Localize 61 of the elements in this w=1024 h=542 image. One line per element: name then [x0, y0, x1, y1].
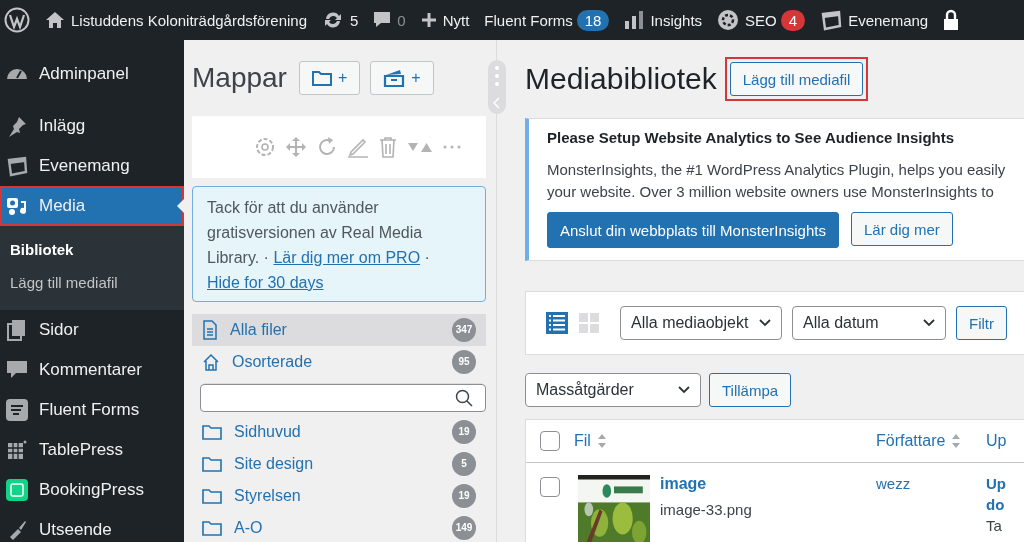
author-link[interactable]: wezz: [876, 475, 911, 492]
sidebar-item[interactable]: Media: [0, 186, 184, 226]
count-badge: 4: [780, 9, 806, 31]
sidebar-item[interactable]: Inlägg: [0, 106, 184, 146]
column-header[interactable]: Up: [986, 432, 1007, 450]
table-cell: Ta: [986, 517, 1002, 534]
learn-more-button[interactable]: Lär dig mer: [850, 212, 953, 246]
page-title: Mediabibliotek: [525, 62, 717, 96]
folder-item[interactable]: Alla filer 347: [192, 314, 486, 346]
sidebar-item[interactable]: Adminpanel: [0, 54, 184, 94]
count-badge: 19: [452, 484, 476, 508]
folder-item[interactable]: Styrelsen 19: [192, 480, 486, 512]
filter-dropdown[interactable]: Alla mediaobjekt: [620, 306, 782, 340]
folder-item[interactable]: Site design 5: [192, 448, 486, 480]
sidebar-item[interactable]: Fluent Forms: [0, 390, 184, 430]
count-badge: 347: [452, 318, 476, 342]
notice-text: your website. Over 3 million website owners use MonsterInsights to: [547, 182, 995, 202]
filter-dropdown[interactable]: Alla datum: [792, 306, 946, 340]
bulk-actions-dropdown[interactable]: Massåtgärder: [525, 373, 701, 407]
apply-button[interactable]: Tillämpa: [709, 373, 792, 407]
add-media-button[interactable]: Lägg till mediafil: [729, 62, 864, 96]
admin-bar-link[interactable]: Evenemang: [848, 11, 929, 29]
hide-link[interactable]: Hide for 30 days: [207, 274, 324, 291]
admin-bar-link[interactable]: Nytt: [442, 11, 470, 29]
admin-bar-link[interactable]: SEO: [745, 11, 777, 29]
attached-link[interactable]: do: [986, 496, 1005, 513]
notice-title: Please Setup Website Analytics to See Audience Insights: [547, 129, 956, 146]
file-name: image-33.png: [660, 501, 752, 518]
folder-item[interactable]: A-O 149: [192, 512, 486, 542]
filter-button[interactable]: Filtr: [956, 306, 1007, 340]
sidebar-item[interactable]: Sidor: [0, 310, 184, 350]
sidebar-item[interactable]: BookingPress: [0, 470, 184, 510]
admin-bar-link[interactable]: 5: [350, 11, 359, 29]
submenu-item[interactable]: Lägg till mediafil: [0, 267, 184, 300]
count-badge: 5: [452, 452, 476, 476]
connect-button[interactable]: Anslut din webbplats till MonsterInsights: [547, 212, 839, 248]
attached-link[interactable]: Up: [986, 475, 1006, 492]
admin-bar-link[interactable]: Insights: [650, 11, 703, 29]
notice-text: MonsterInsights, the #1 WordPress Analytics Plugin, helps you easily: [547, 160, 1007, 180]
sidebar-item[interactable]: Evenemang: [0, 146, 184, 186]
folder-item[interactable]: Osorterade 95: [192, 346, 486, 378]
column-header[interactable]: Fil: [574, 432, 591, 450]
file-title-link[interactable]: image: [660, 475, 752, 493]
add-folder-button[interactable]: +: [298, 61, 361, 95]
sidebar-item[interactable]: Kommentarer: [0, 350, 184, 390]
admin-bar-link[interactable]: Listuddens Koloniträdgårdsförening: [71, 11, 307, 29]
count-badge: 19: [452, 420, 476, 444]
panel-title: Mappar: [192, 62, 287, 94]
admin-bar-link[interactable]: 0: [397, 11, 406, 29]
submenu-item[interactable]: Bibliotek: [0, 234, 184, 267]
sidebar-item[interactable]: TablePress: [0, 430, 184, 470]
column-header[interactable]: Författare: [876, 432, 946, 450]
notice-text: Tack för att du använder gratisversionen av Real Media Library. · Lär dig mer om PRO · Hide for 30 days: [192, 186, 486, 302]
admin-bar-link[interactable]: Fluent Forms: [484, 11, 573, 29]
add-folder-button[interactable]: +: [370, 61, 434, 95]
count-badge: 149: [452, 516, 476, 540]
folder-item[interactable]: Sidhuvud 19: [192, 416, 486, 448]
count-badge: 18: [576, 9, 610, 31]
learn-more-link[interactable]: Lär dig mer om PRO: [273, 249, 421, 266]
sidebar-item[interactable]: Utseende: [0, 510, 184, 542]
count-badge: 95: [452, 350, 476, 374]
